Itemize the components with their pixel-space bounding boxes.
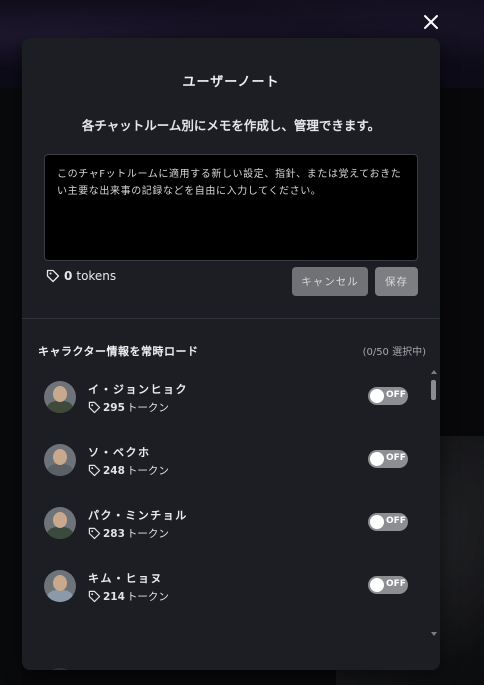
avatar (44, 444, 76, 476)
list-item: パク・ミンチョル 283 トークン OFF (22, 497, 440, 547)
token-unit: トークン (126, 402, 169, 414)
token-count: 248 (103, 464, 125, 477)
characters-section-title: キャラクター情報を常時ロード (38, 345, 199, 358)
dialog-title: ユーザーノート (182, 75, 280, 90)
avatar (44, 381, 76, 413)
save-button[interactable]: 保存 (375, 267, 418, 296)
character-name: パク・ミンチョル (88, 509, 188, 522)
token-unit: トークン (126, 528, 169, 540)
cancel-button[interactable]: キャンセル (292, 267, 368, 296)
toggle-label: OFF (386, 453, 406, 463)
tag-icon (88, 401, 101, 414)
avatar (44, 507, 76, 539)
token-count: 283 (103, 527, 125, 540)
tag-icon (46, 269, 60, 283)
character-list[interactable]: イ・ジョンヒョク 295 トークン OFF ソ・ベクホ 248 トークン OFF… (22, 368, 440, 670)
character-name: キム・ヒョヌ (88, 572, 163, 585)
toggle-knob (370, 389, 384, 403)
toggle-knob (370, 515, 384, 529)
dialog-description: 各チャットルーム別にメモを作成し、管理できます。 (81, 118, 381, 133)
character-name: イ・ジョンヒョク (88, 383, 188, 396)
list-scrollbar[interactable] (430, 370, 438, 638)
toggle-label: OFF (386, 579, 406, 589)
scroll-up-arrow-icon[interactable] (431, 370, 437, 374)
character-tokens: 214 トークン (88, 589, 169, 604)
always-load-toggle[interactable]: OFF (368, 387, 408, 405)
always-load-toggle[interactable]: OFF (368, 513, 408, 531)
toggle-label: OFF (386, 390, 406, 400)
memo-token-counter: 0 tokens (46, 268, 116, 284)
user-note-dialog: ユーザーノート 各チャットルーム別にメモを作成し、管理できます。 0 token… (22, 38, 440, 670)
scroll-down-arrow-icon[interactable] (431, 632, 437, 636)
scroll-thumb[interactable] (431, 380, 436, 400)
close-icon[interactable] (422, 13, 440, 31)
token-count: 214 (103, 590, 125, 603)
character-tokens: 295 トークン (88, 400, 169, 415)
character-tokens: 283 トークン (88, 526, 169, 541)
token-unit: トークン (126, 591, 169, 603)
list-item: イ・ジョンヒョク 295 トークン OFF (22, 371, 440, 421)
list-item: キム・ヒョヌ 214 トークン OFF (22, 560, 440, 610)
section-divider (22, 318, 440, 319)
always-load-toggle[interactable]: OFF (368, 450, 408, 468)
avatar (44, 668, 76, 670)
toggle-knob (370, 578, 384, 592)
tag-icon (88, 527, 101, 540)
character-tokens: 248 トークン (88, 463, 169, 478)
tag-icon (88, 464, 101, 477)
toggle-label: OFF (386, 516, 406, 526)
list-item: ソ・ベクホ 248 トークン OFF (22, 434, 440, 484)
memo-input[interactable] (44, 154, 418, 261)
tag-icon (88, 590, 101, 603)
token-label: tokens (76, 269, 117, 283)
always-load-toggle[interactable]: OFF (368, 576, 408, 594)
token-count: 0 (64, 269, 73, 283)
token-unit: トークン (126, 465, 169, 477)
character-name: ソ・ベクホ (88, 446, 151, 459)
token-count: 295 (103, 401, 125, 414)
selected-count: (0/50 選択中) (362, 347, 426, 358)
avatar (44, 570, 76, 602)
toggle-knob (370, 452, 384, 466)
